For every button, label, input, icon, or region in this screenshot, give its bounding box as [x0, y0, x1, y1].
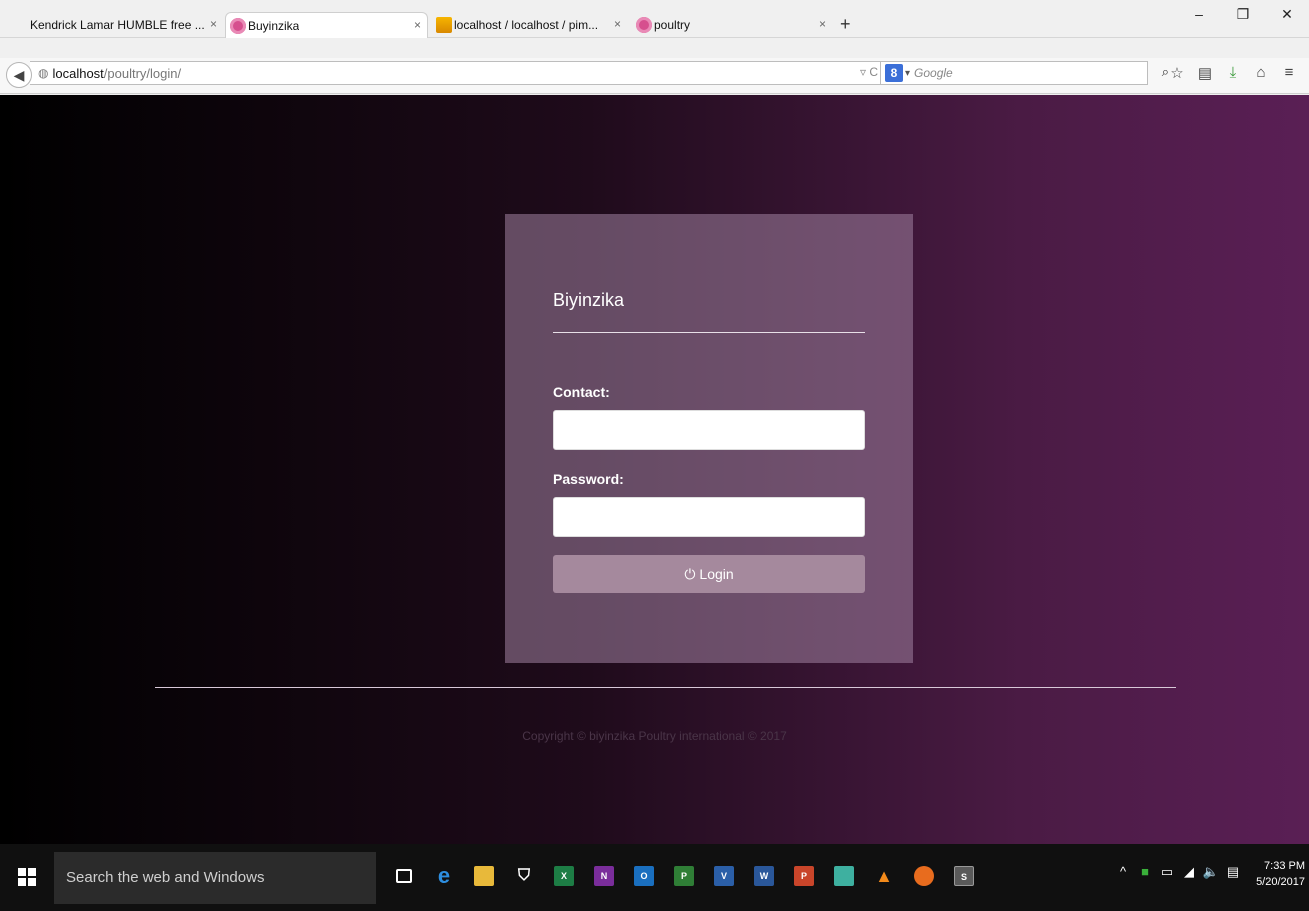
home-icon[interactable]: ⌂: [1247, 64, 1275, 82]
new-tab-button[interactable]: +: [840, 14, 851, 35]
tab-label: poultry: [654, 18, 691, 32]
menu-icon[interactable]: ≡: [1275, 64, 1303, 82]
sublime-icon[interactable]: S: [946, 862, 982, 890]
close-tab-icon[interactable]: ×: [614, 17, 621, 31]
tab-strip: Kendrick Lamar HUMBLE free ... × Buyinzi…: [0, 0, 1309, 38]
taskbar: Search the web and Windows e ⛉ X N O P V…: [0, 844, 1309, 911]
notifications-icon[interactable]: ▤: [1222, 864, 1244, 880]
favicon-icon: [636, 17, 652, 33]
taskbar-apps: e ⛉ X N O P V W P ▲ S: [386, 862, 986, 890]
tab-poultry[interactable]: poultry ×: [632, 12, 832, 38]
project-icon[interactable]: P: [666, 862, 702, 890]
download-icon[interactable]: ⤓: [1219, 64, 1247, 82]
reading-list-icon[interactable]: ▤: [1191, 64, 1219, 82]
search-input[interactable]: 8 ▾ Google ⌕: [880, 61, 1169, 85]
address-bar[interactable]: ◍ localhost /poultry/login/ ▿ C: [30, 61, 885, 85]
task-view-icon[interactable]: [386, 862, 422, 890]
battery-icon[interactable]: ◢: [1178, 864, 1200, 880]
url-path: /poultry/login/: [103, 65, 182, 81]
chevron-down-icon[interactable]: ▾: [905, 68, 910, 79]
firefox-icon[interactable]: [906, 862, 942, 890]
gallery-icon[interactable]: [826, 862, 862, 890]
toolbar-icons: ☆ ▤ ⤓ ⌂ ≡: [1163, 64, 1303, 82]
clock-date: 5/20/2017: [1256, 876, 1305, 888]
tab-label: Kendrick Lamar HUMBLE free ...: [30, 18, 205, 32]
close-tab-icon[interactable]: ×: [210, 17, 217, 31]
windows-start-icon[interactable]: [18, 868, 36, 886]
power-icon: ⏻: [684, 565, 696, 582]
login-button-label: Login: [699, 566, 734, 582]
tab-kendrick[interactable]: Kendrick Lamar HUMBLE free ... ×: [8, 12, 223, 38]
password-label: Password:: [553, 471, 624, 487]
brand-title: Biyinzika: [553, 290, 625, 310]
chevron-up-icon[interactable]: ^: [1112, 864, 1134, 880]
close-window-button[interactable]: ✕: [1265, 6, 1309, 23]
tab-label: localhost / localhost / pim...: [454, 18, 599, 32]
google-icon[interactable]: 8: [885, 64, 903, 82]
favicon-icon: [230, 18, 246, 34]
navigation-bar: ◍ localhost /poultry/login/ ▿ C ◀ 8 ▾ Go…: [0, 58, 1309, 94]
outlook-icon[interactable]: O: [626, 862, 662, 890]
system-tray: ^ ■ ▭ ◢ 🔈 ▤: [1112, 864, 1244, 880]
tab-phpmyadmin[interactable]: localhost / localhost / pim... ×: [432, 12, 627, 38]
contact-label: Contact:: [553, 384, 610, 400]
divider: [553, 332, 865, 333]
volume-icon[interactable]: 🔈: [1200, 864, 1222, 880]
onenote-icon[interactable]: N: [586, 862, 622, 890]
store-icon[interactable]: ⛉: [506, 862, 542, 890]
close-tab-icon[interactable]: ×: [819, 17, 826, 31]
copyright-text: Copyright © biyinzika Poultry internatio…: [522, 729, 787, 743]
minimize-button[interactable]: –: [1177, 6, 1221, 23]
reload-icon[interactable]: ▿ C: [860, 65, 878, 79]
tab-label: Buyinzika: [248, 18, 300, 33]
powerpoint-icon[interactable]: P: [786, 862, 822, 890]
excel-icon[interactable]: X: [546, 862, 582, 890]
word-icon[interactable]: W: [746, 862, 782, 890]
url-host: localhost: [52, 65, 104, 81]
contact-field[interactable]: [553, 410, 865, 450]
edge-icon[interactable]: e: [426, 862, 462, 890]
clock-time: 7:33 PM: [1264, 860, 1305, 872]
vlc-icon[interactable]: ▲: [866, 862, 902, 890]
login-card: Biyinzika Contact: Password: ⏻ Login: [505, 214, 913, 663]
back-button[interactable]: ◀: [6, 62, 32, 88]
bookmark-star-icon[interactable]: ☆: [1163, 64, 1191, 82]
phpmyadmin-icon: [436, 17, 452, 33]
restore-button[interactable]: ❐: [1221, 6, 1265, 23]
globe-icon: ◍: [38, 66, 49, 80]
taskbar-clock[interactable]: 7:33 PM 5/20/2017: [1256, 858, 1305, 890]
security-icon[interactable]: ■: [1134, 864, 1156, 880]
footer-divider: [155, 687, 1176, 688]
password-field[interactable]: [553, 497, 865, 537]
close-tab-icon[interactable]: ×: [414, 18, 421, 32]
login-button[interactable]: ⏻ Login: [553, 555, 865, 593]
file-explorer-icon[interactable]: [466, 862, 502, 890]
network-icon[interactable]: ▭: [1156, 864, 1178, 880]
visio-icon[interactable]: V: [706, 862, 742, 890]
page-background: Biyinzika Contact: Password: ⏻ Login Cop…: [0, 95, 1309, 844]
taskbar-search[interactable]: Search the web and Windows: [54, 852, 376, 904]
window-controls: – ❐ ✕: [1177, 6, 1309, 23]
tab-buyinzika[interactable]: Buyinzika ×: [225, 12, 428, 38]
search-placeholder: Google: [914, 66, 953, 80]
